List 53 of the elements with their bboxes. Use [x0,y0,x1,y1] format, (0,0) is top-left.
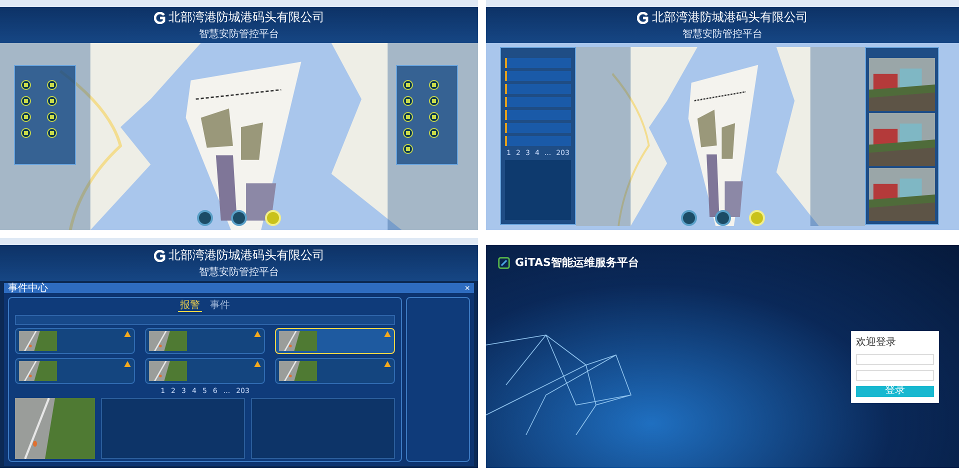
brand-name: GiTAS智能运维服务平台 [515,255,639,270]
stat-icon [47,96,57,106]
stat-icon [403,80,413,90]
event-row[interactable] [505,58,571,68]
stat-icon [429,96,439,106]
event-card[interactable] [145,328,265,354]
warning-icon [124,361,131,367]
stat-icon [429,112,439,122]
company-name: 北部湾港防城港码头有限公司 [168,9,324,26]
stat-icon [403,144,413,154]
stat-icon [403,128,413,138]
event-row[interactable] [505,136,571,146]
logo-icon [154,12,166,24]
login-title: 欢迎登录 [856,336,897,348]
event-card[interactable] [275,358,395,384]
event-card[interactable] [145,358,265,384]
stat-icon [21,96,31,106]
event-row[interactable] [505,84,571,94]
event-row[interactable] [505,123,571,133]
stat-icon [47,112,57,122]
stat-icon [403,112,413,122]
warning-icon [384,361,391,367]
dialog-title: 事件中心 [8,282,48,295]
platform-title: 智慧安防管控平台 [199,28,279,41]
tab[interactable]: 报警 [178,300,202,312]
logo-icon [498,256,510,268]
close-button[interactable]: × [464,284,470,292]
warning-icon [254,361,261,367]
event-card[interactable] [15,328,135,354]
warning-icon [384,331,391,337]
password-field[interactable] [856,370,934,380]
username-field[interactable] [856,354,934,364]
platform-title: 智慧安防管控平台 [199,266,279,279]
logo-icon [154,250,166,262]
stat-icon [47,128,57,138]
tab[interactable]: 事件 [208,300,232,312]
platform-title: 智慧安防管控平台 [682,28,762,41]
stat-icon [21,112,31,122]
stat-icon [21,80,31,90]
stat-icon [429,128,439,138]
company-name: 北部湾港防城港码头有限公司 [652,9,808,26]
stat-icon [47,80,57,90]
event-card[interactable] [15,358,135,384]
stat-icon [21,128,31,138]
event-row[interactable] [505,71,571,81]
warning-icon [124,331,131,337]
event-row[interactable] [505,97,571,107]
stat-icon [429,80,439,90]
company-name: 北部湾港防城港码头有限公司 [168,247,324,264]
logo-icon [637,12,649,24]
stat-icon [403,96,413,106]
warning-icon [254,331,261,337]
event-row[interactable] [505,110,571,120]
